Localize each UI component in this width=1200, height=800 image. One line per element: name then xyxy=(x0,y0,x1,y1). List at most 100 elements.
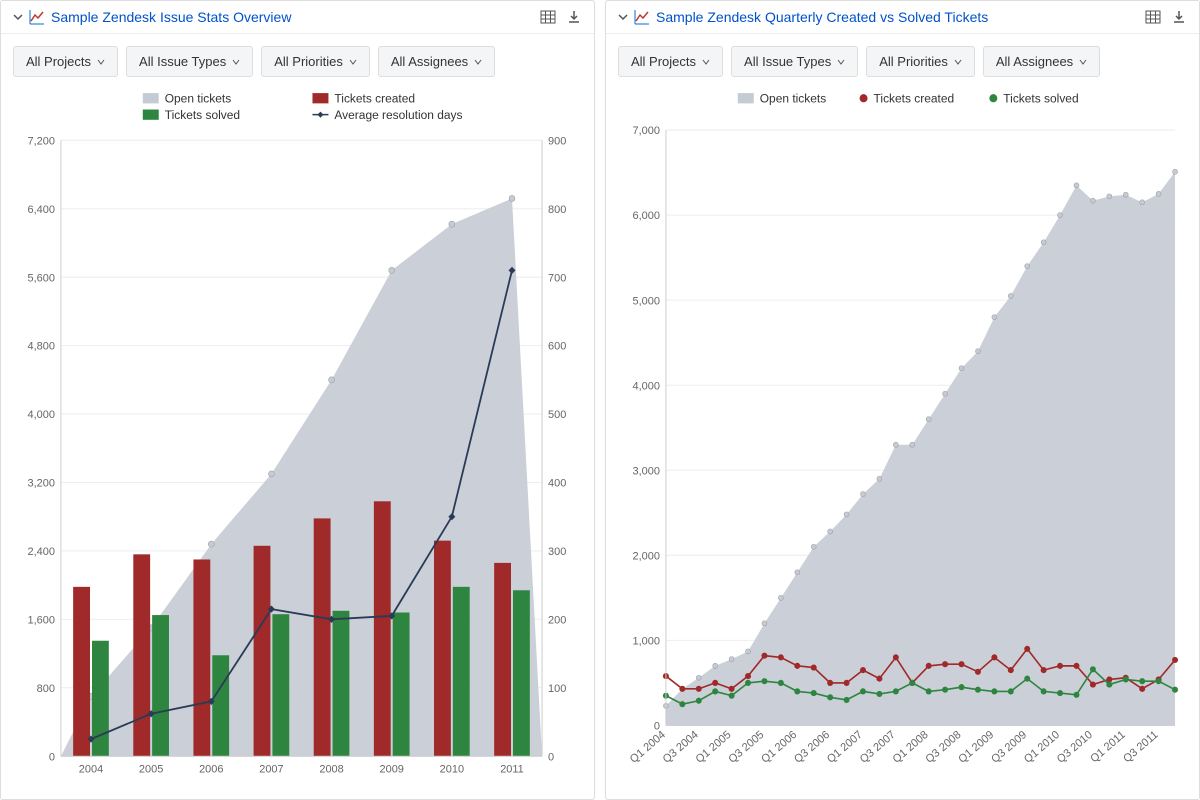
svg-text:2005: 2005 xyxy=(139,764,163,776)
caret-down-icon xyxy=(702,58,710,66)
caret-down-icon xyxy=(97,58,105,66)
panel-quarterly: Sample Zendesk Quarterly Created vs Solv… xyxy=(605,0,1200,800)
svg-text:Q3 2007: Q3 2007 xyxy=(858,729,898,766)
svg-text:Q1 2010: Q1 2010 xyxy=(1022,729,1062,766)
panel-header: Sample Zendesk Quarterly Created vs Solv… xyxy=(606,1,1199,34)
svg-text:200: 200 xyxy=(548,614,566,626)
svg-text:Q1 2009: Q1 2009 xyxy=(956,729,996,766)
svg-text:3,000: 3,000 xyxy=(632,465,659,477)
caret-down-icon xyxy=(837,58,845,66)
svg-text:5,000: 5,000 xyxy=(632,295,659,307)
svg-text:Q1 2011: Q1 2011 xyxy=(1088,729,1127,766)
svg-text:2,000: 2,000 xyxy=(632,550,659,562)
svg-text:400: 400 xyxy=(548,477,566,489)
table-view-icon[interactable] xyxy=(540,9,556,25)
svg-text:4,000: 4,000 xyxy=(632,380,659,392)
svg-text:Q3 2006: Q3 2006 xyxy=(792,729,832,766)
filter-assignees[interactable]: All Assignees xyxy=(983,46,1100,77)
filter-label: All Issue Types xyxy=(744,54,831,69)
svg-text:2004: 2004 xyxy=(79,764,103,776)
chart-quarterly: Open tickets Tickets created Tickets solve… xyxy=(606,89,1199,799)
filter-label: All Projects xyxy=(631,54,696,69)
filter-label: All Projects xyxy=(26,54,91,69)
caret-down-icon xyxy=(474,58,482,66)
svg-text:7,200: 7,200 xyxy=(27,135,54,147)
svg-text:4,000: 4,000 xyxy=(27,409,54,421)
svg-text:3,200: 3,200 xyxy=(27,477,54,489)
panel-header: Sample Zendesk Issue Stats Overview xyxy=(1,1,594,34)
caret-down-icon xyxy=(232,58,240,66)
svg-text:2,400: 2,400 xyxy=(27,546,54,558)
filter-priorities[interactable]: All Priorities xyxy=(866,46,975,77)
svg-text:300: 300 xyxy=(548,546,566,558)
filter-row: All Projects All Issue Types All Priorit… xyxy=(606,34,1199,89)
svg-text:800: 800 xyxy=(548,204,566,216)
svg-text:4,800: 4,800 xyxy=(27,341,54,353)
svg-text:6,400: 6,400 xyxy=(27,204,54,216)
caret-down-icon xyxy=(1079,58,1087,66)
svg-text:2010: 2010 xyxy=(440,764,464,776)
svg-text:100: 100 xyxy=(548,683,566,695)
filter-issue-types[interactable]: All Issue Types xyxy=(126,46,253,77)
chart-icon xyxy=(29,9,45,25)
caret-down-icon xyxy=(349,58,357,66)
filter-label: All Priorities xyxy=(879,54,948,69)
svg-text:5,600: 5,600 xyxy=(27,272,54,284)
svg-text:2006: 2006 xyxy=(199,764,223,776)
svg-text:Q3 2004: Q3 2004 xyxy=(661,729,701,766)
svg-text:7,000: 7,000 xyxy=(632,125,659,137)
svg-text:Average resolution days: Average resolution days xyxy=(334,108,462,122)
table-view-icon[interactable] xyxy=(1145,9,1161,25)
svg-text:Q3 2008: Q3 2008 xyxy=(924,729,964,766)
svg-text:2007: 2007 xyxy=(259,764,283,776)
svg-text:2009: 2009 xyxy=(380,764,404,776)
caret-down-icon xyxy=(954,58,962,66)
svg-text:Q1 2005: Q1 2005 xyxy=(694,729,734,766)
svg-text:Q3 2011: Q3 2011 xyxy=(1121,729,1160,766)
svg-text:0: 0 xyxy=(548,751,554,763)
svg-text:Tickets created: Tickets created xyxy=(334,91,415,105)
filter-label: All Assignees xyxy=(391,54,468,69)
filter-projects[interactable]: All Projects xyxy=(618,46,723,77)
svg-text:Q1 2004: Q1 2004 xyxy=(628,729,668,766)
svg-text:Tickets solved: Tickets solved xyxy=(165,108,240,122)
svg-text:1,000: 1,000 xyxy=(632,635,659,647)
chevron-down-icon[interactable] xyxy=(13,12,23,22)
svg-text:2011: 2011 xyxy=(500,764,524,776)
svg-text:900: 900 xyxy=(548,135,566,147)
filter-issue-types[interactable]: All Issue Types xyxy=(731,46,858,77)
svg-text:2008: 2008 xyxy=(319,764,343,776)
panel-title: Sample Zendesk Quarterly Created vs Solv… xyxy=(656,9,1145,25)
panel-actions xyxy=(1145,9,1187,25)
panel-title: Sample Zendesk Issue Stats Overview xyxy=(51,9,540,25)
chart-icon xyxy=(634,9,650,25)
svg-text:Open tickets: Open tickets xyxy=(760,91,826,105)
svg-text:1,600: 1,600 xyxy=(27,614,54,626)
filter-label: All Issue Types xyxy=(139,54,226,69)
svg-text:Q1 2007: Q1 2007 xyxy=(825,729,865,766)
filter-label: All Priorities xyxy=(274,54,343,69)
filter-assignees[interactable]: All Assignees xyxy=(378,46,495,77)
svg-text:Q1 2006: Q1 2006 xyxy=(759,729,799,766)
download-icon[interactable] xyxy=(1171,9,1187,25)
svg-text:500: 500 xyxy=(548,409,566,421)
svg-text:Q1 2008: Q1 2008 xyxy=(891,729,931,766)
panel-annual-overview: Sample Zendesk Issue Stats Overview All … xyxy=(0,0,595,800)
download-icon[interactable] xyxy=(566,9,582,25)
chart-annual: Open ticketsTickets createdTickets solve… xyxy=(1,89,594,799)
filter-projects[interactable]: All Projects xyxy=(13,46,118,77)
panel-actions xyxy=(540,9,582,25)
svg-text:0: 0 xyxy=(49,751,55,763)
svg-text:6,000: 6,000 xyxy=(632,210,659,222)
svg-text:Tickets created: Tickets created xyxy=(874,91,955,105)
svg-text:Q3 2005: Q3 2005 xyxy=(727,729,767,766)
svg-text:Tickets solved: Tickets solved xyxy=(1003,91,1078,105)
filter-label: All Assignees xyxy=(996,54,1073,69)
filter-priorities[interactable]: All Priorities xyxy=(261,46,370,77)
svg-text:Q3 2009: Q3 2009 xyxy=(989,729,1029,766)
svg-text:800: 800 xyxy=(37,683,55,695)
svg-text:600: 600 xyxy=(548,341,566,353)
filter-row: All Projects All Issue Types All Priorit… xyxy=(1,34,594,89)
svg-text:700: 700 xyxy=(548,272,566,284)
chevron-down-icon[interactable] xyxy=(618,12,628,22)
